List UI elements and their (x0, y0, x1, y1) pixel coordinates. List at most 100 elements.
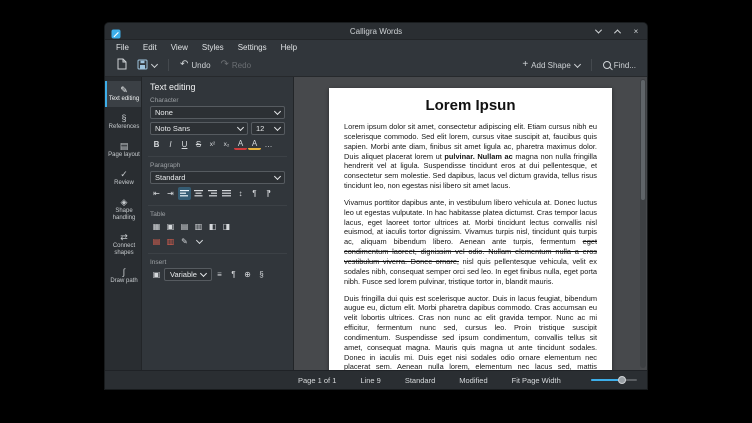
line-number-status[interactable]: Line 9 (360, 376, 380, 385)
insert-text-frame-button[interactable]: ▣ (150, 268, 163, 281)
more-character-options-button[interactable]: … (262, 138, 275, 151)
font-family-select[interactable]: Noto Sans (150, 122, 248, 135)
sidebar-item-draw-path[interactable]: ∫ Draw path (105, 263, 141, 289)
find-button[interactable]: Find... (600, 59, 639, 72)
sidebar-item-shape-handling[interactable]: ◈ Shape handling (105, 193, 141, 226)
delete-row-button[interactable]: ▤ (150, 235, 163, 248)
document-paragraph-3: Duis fringilla dui quis est scelerisque … (344, 293, 597, 371)
zoom-mode-status[interactable]: Fit Page Width (512, 376, 561, 385)
superscript-button[interactable]: x² (206, 138, 219, 151)
window-content: ✎ Text editing § References ▤ Page layou… (105, 77, 647, 370)
delete-column-button[interactable]: ▥ (164, 235, 177, 248)
window-controls: × (593, 26, 641, 36)
sidebar-item-text-editing[interactable]: ✎ Text editing (105, 81, 141, 107)
insert-column-right-button[interactable]: ◧ (206, 220, 219, 233)
section-divider (148, 156, 287, 157)
undo-button[interactable]: ↶ Undo (177, 58, 214, 72)
indent-increase-button[interactable]: ⇥ (164, 187, 177, 200)
draw-path-icon: ∫ (122, 267, 126, 277)
highlight-color-button[interactable]: A (248, 139, 261, 150)
sidebar: ✎ Text editing § References ▤ Page layou… (105, 77, 142, 370)
main-toolbar: ↶ Undo ↷ Redo + Add Shape Find... (105, 54, 647, 77)
page-layout-icon: ▤ (119, 141, 129, 151)
redo-button[interactable]: ↷ Redo (218, 58, 255, 72)
table-options-chevron-button[interactable] (192, 235, 205, 248)
character-style-select[interactable]: None (150, 106, 285, 119)
paragraph-style-select[interactable]: Standard (150, 171, 285, 184)
chevron-down-icon (273, 107, 282, 116)
table-border-pen-button[interactable]: ✎ (178, 235, 191, 248)
merge-cells-button[interactable]: ◨ (220, 220, 233, 233)
menu-file[interactable]: File (109, 42, 136, 53)
titlebar[interactable]: Calligra Words × (105, 23, 647, 40)
insert-toc-button[interactable]: ≡ (213, 268, 226, 281)
close-button[interactable]: × (631, 26, 641, 36)
insert-section-button[interactable]: § (255, 268, 268, 281)
insert-paragraph-button[interactable]: ¶ (227, 268, 240, 281)
font-size-select[interactable]: 12 (251, 122, 285, 135)
new-document-button[interactable] (113, 56, 130, 74)
italic-button[interactable]: I (164, 138, 177, 151)
align-justify-button[interactable] (220, 187, 233, 200)
insert-column-left-button[interactable]: ▥ (192, 220, 205, 233)
menu-styles[interactable]: Styles (195, 42, 231, 53)
save-button[interactable] (134, 57, 160, 74)
line-spacing-button[interactable]: ↕ (234, 187, 247, 200)
vertical-scrollbar[interactable] (640, 79, 646, 368)
sidebar-item-references[interactable]: § References (105, 109, 141, 135)
find-label: Find... (613, 60, 636, 70)
text-direction-ltr-button[interactable]: ¶ (248, 187, 261, 200)
redo-icon: ↷ (220, 59, 229, 70)
paragraph-section-label: Paragraph (150, 162, 181, 169)
review-icon: ✓ (120, 169, 128, 179)
zoom-slider[interactable] (591, 375, 637, 385)
insert-special-character-button[interactable]: ⊕ (241, 268, 254, 281)
scrollbar-thumb[interactable] (641, 80, 645, 200)
menu-settings[interactable]: Settings (231, 42, 274, 53)
search-icon (602, 61, 611, 69)
text-direction-rtl-button[interactable]: ¶ (262, 187, 275, 200)
menu-view[interactable]: View (164, 42, 195, 53)
insert-table-button[interactable]: ▦ (150, 220, 163, 233)
sidebar-item-review[interactable]: ✓ Review (105, 165, 141, 191)
menu-edit[interactable]: Edit (136, 42, 164, 53)
sidebar-item-page-layout[interactable]: ▤ Page layout (105, 137, 141, 163)
strikethrough-button[interactable]: S (192, 138, 205, 151)
insert-row-above-button[interactable]: ▣ (164, 220, 177, 233)
panel-title: Text editing (150, 82, 196, 92)
chevron-down-icon (195, 236, 203, 245)
table-section-label: Table (150, 211, 166, 218)
sidebar-item-connect-shapes[interactable]: ⇄ Connect shapes (105, 228, 141, 261)
undo-label: Undo (191, 60, 211, 70)
insert-row-below-button[interactable]: ▤ (178, 220, 191, 233)
align-center-button[interactable] (192, 187, 205, 200)
align-center-icon (194, 190, 203, 197)
bold-button[interactable]: B (150, 138, 163, 151)
align-left-button[interactable] (178, 187, 191, 200)
zoom-slider-fill (591, 379, 620, 381)
indent-decrease-button[interactable]: ⇤ (150, 187, 163, 200)
underline-button[interactable]: U (178, 138, 191, 151)
document-page[interactable]: Lorem Ipsun Lorem ipsum dolor sit amet, … (329, 88, 612, 370)
character-format-row: B I U S x² x₂ A A … (150, 138, 285, 151)
document-paragraph-2: Vivamus porttitor dapibus ante, in vesti… (344, 197, 597, 286)
menubar: File Edit View Styles Settings Help (105, 40, 647, 54)
align-left-icon (180, 190, 189, 197)
document-area[interactable]: Lorem Ipsun Lorem ipsum dolor sit amet, … (294, 77, 647, 370)
add-shape-button[interactable]: + Add Shape (519, 58, 582, 72)
font-color-button[interactable]: A (234, 139, 247, 150)
menu-help[interactable]: Help (274, 42, 304, 53)
zoom-slider-track[interactable] (591, 379, 637, 381)
style-status[interactable]: Standard (405, 376, 435, 385)
zoom-slider-handle[interactable] (617, 376, 626, 384)
insert-variable-button[interactable]: Variable (164, 268, 212, 281)
align-right-button[interactable] (206, 187, 219, 200)
minimize-button[interactable] (593, 26, 603, 36)
add-shape-chevron-icon (573, 60, 581, 68)
add-shape-label: Add Shape (531, 60, 571, 70)
statusbar: Page 1 of 1 Line 9 Standard Modified Fit… (105, 370, 647, 389)
subscript-button[interactable]: x₂ (220, 138, 233, 151)
align-right-icon (208, 190, 217, 197)
maximize-button[interactable] (612, 26, 622, 36)
page-count-status[interactable]: Page 1 of 1 (298, 376, 336, 385)
